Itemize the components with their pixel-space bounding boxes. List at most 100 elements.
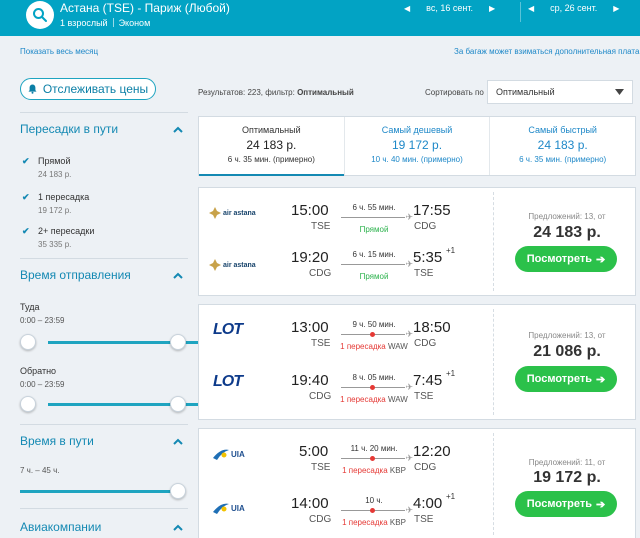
view-offer-button[interactable]: Посмотреть ➔ (515, 246, 617, 272)
tab-price: 19 172 р. (391, 138, 443, 152)
tab-cheapest[interactable]: Самый дешевый 19 172 р. 10 ч. 40 мин. (п… (343, 117, 490, 175)
chevron-up-icon[interactable] (172, 522, 184, 534)
view-offer-button[interactable]: Посмотреть ➔ (515, 491, 617, 517)
tab-title: Оптимальный (242, 125, 301, 135)
arrival-airport: TSE (414, 391, 434, 402)
return-slider-start-handle[interactable] (20, 396, 36, 412)
airline-name: UIA (231, 449, 245, 459)
arrival-time: 18:50 (413, 319, 451, 336)
stops-text: 1 пересадка (340, 342, 386, 351)
flight-duration: 11 ч. 20 мин. (350, 444, 398, 453)
return-leg: UIA 14:00 CDG 10 ч. ✈ 1 пересадка KBP 4:… (199, 481, 493, 533)
stop-option-price: 19 172 р. (38, 206, 72, 215)
tab-title: Самый дешевый (381, 125, 453, 135)
stops-info: Прямой (333, 272, 415, 281)
sort-select[interactable]: Оптимальный (487, 80, 633, 104)
return-date[interactable]: ср, 26 сент. (550, 3, 597, 13)
flight-offer-card: air astana 15:00 TSE 6 ч. 55 мин. ✈ Прям… (198, 187, 636, 296)
check-icon: ✔ (22, 156, 30, 166)
plane-icon: ✈ (405, 259, 413, 269)
flight-offer-card: UIA 5:00 TSE 11 ч. 20 мин. ✈ 1 пересадка… (198, 428, 636, 538)
header-divider (520, 2, 521, 22)
offers-count: Предложений: 13, от (528, 212, 606, 221)
stops-text: 1 пересадка (340, 395, 386, 404)
depart-date[interactable]: вс, 16 сент. (426, 3, 473, 13)
flight-path-line: ✈ (341, 329, 413, 339)
search-icon (33, 8, 47, 22)
airlines-filter-title[interactable]: Авиакомпании (20, 520, 101, 534)
tab-price: 24 183 р. (537, 138, 588, 152)
tab-duration: 6 ч. 35 мин. (примерно) (519, 155, 607, 164)
plane-icon: ✈ (405, 212, 413, 222)
departure-airport: CDG (309, 268, 332, 279)
next-day-marker: +1 (446, 369, 456, 378)
next-day-marker: +1 (446, 492, 456, 501)
flight-path-line: ✈ (341, 382, 413, 392)
departure-time: 14:00 (291, 495, 329, 512)
passengers-cabin[interactable]: 1 взрослый Эконом (60, 18, 150, 28)
departure-filter-title[interactable]: Время отправления (20, 268, 131, 282)
stop-option-label: Прямой (38, 156, 71, 166)
arrival-airport: CDG (414, 338, 437, 349)
airline-name: UIA (231, 503, 245, 513)
flight-duration: 10 ч. (365, 496, 383, 505)
airline-name: air astana (223, 209, 256, 217)
show-month-link[interactable]: Показать весь месяц (20, 47, 98, 56)
stops-info: 1 пересадка WAW (333, 395, 415, 404)
depart-prev-icon[interactable]: ◀ (404, 4, 410, 13)
arrival-time: 5:35 (413, 249, 443, 266)
plane-icon: ✈ (405, 329, 413, 339)
duration-slider-track[interactable] (20, 490, 178, 493)
outbound-slider-start-handle[interactable] (20, 334, 36, 350)
results-count: Результатов: 223, фильтр: Оптимальный (198, 88, 354, 97)
arrival-airport: TSE (414, 268, 434, 279)
departure-time: 19:20 (291, 249, 329, 266)
search-button[interactable] (26, 1, 54, 29)
stops-filter-title[interactable]: Пересадки в пути (20, 122, 118, 136)
return-next-icon[interactable]: ▶ (613, 4, 619, 13)
departure-time: 5:00 (299, 443, 329, 460)
flight-duration: 6 ч. 55 мин. (352, 203, 396, 212)
departure-time: 19:40 (291, 372, 329, 389)
tab-price: 24 183 р. (246, 138, 297, 152)
baggage-note-link[interactable]: За багаж может взиматься дополнительная … (454, 47, 639, 56)
outbound-label: Туда (20, 302, 40, 312)
outbound-leg: air astana 15:00 TSE 6 ч. 55 мин. ✈ Прям… (199, 188, 493, 240)
route-title[interactable]: Астана (TSE) - Париж (Любой) (60, 1, 230, 15)
flight-offer-card: LOT 13:00 TSE 9 ч. 50 мин. ✈ 1 пересадка… (198, 304, 636, 420)
outbound-leg: LOT 13:00 TSE 9 ч. 50 мин. ✈ 1 пересадка… (199, 305, 493, 357)
chevron-up-icon[interactable] (172, 436, 184, 448)
departure-time-filter: Время отправления Туда 0:00 – 23:59 Обра… (20, 258, 198, 418)
stops-info: 1 пересадка KBP (333, 518, 415, 527)
arrival-time: 7:45 (413, 372, 443, 389)
tab-fastest[interactable]: Самый быстрый 24 183 р. 6 ч. 35 мин. (пр… (489, 117, 635, 175)
outbound-slider-end-handle[interactable] (170, 334, 186, 350)
plane-icon: ✈ (405, 453, 413, 463)
divider (112, 18, 114, 27)
via-airport: WAW (387, 395, 408, 404)
stops-text: Прямой (359, 225, 389, 234)
view-offer-button[interactable]: Посмотреть ➔ (515, 366, 617, 392)
arrow-right-icon: ➔ (596, 498, 606, 511)
flight-path-line: ✈ (341, 212, 413, 222)
offer-price: 24 183 р. (533, 224, 601, 241)
departure-airport: CDG (309, 391, 332, 402)
stop-dot (370, 508, 375, 513)
tab-optimal[interactable]: Оптимальный 24 183 р. 6 ч. 35 мин. (прим… (199, 117, 344, 176)
passengers-text: 1 взрослый (60, 18, 108, 28)
air-astana-logo-icon: air astana (209, 256, 257, 274)
outbound-leg: UIA 5:00 TSE 11 ч. 20 мин. ✈ 1 пересадка… (199, 429, 493, 481)
divider (493, 192, 494, 291)
track-prices-button[interactable]: Отслеживать цены (20, 78, 156, 100)
return-prev-icon[interactable]: ◀ (528, 4, 534, 13)
airline-name: LOT (213, 321, 243, 338)
departure-time: 15:00 (291, 202, 329, 219)
offer-price: 19 172 р. (533, 469, 601, 486)
chevron-up-icon[interactable] (172, 124, 184, 136)
return-slider-end-handle[interactable] (170, 396, 186, 412)
return-label: Обратно (20, 366, 57, 376)
duration-filter-title[interactable]: Время в пути (20, 434, 94, 448)
chevron-up-icon[interactable] (172, 270, 184, 282)
depart-next-icon[interactable]: ▶ (489, 4, 495, 13)
duration-slider-handle[interactable] (170, 483, 186, 499)
